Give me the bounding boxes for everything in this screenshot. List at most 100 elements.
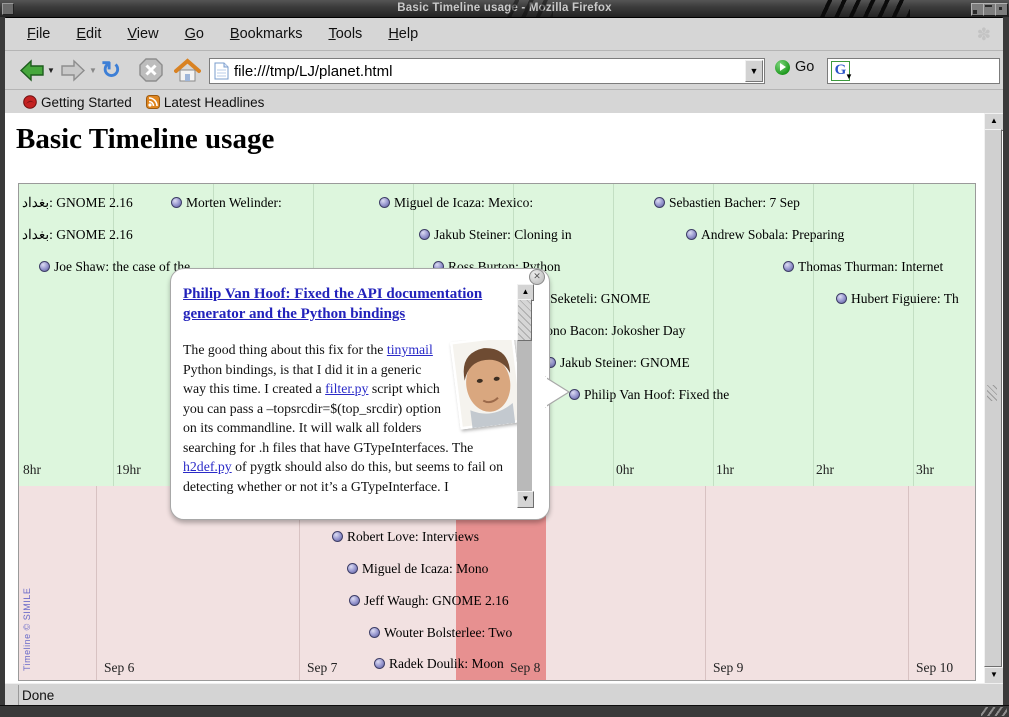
menu-bar: FileEditViewGoBookmarksToolsHelp✽ bbox=[5, 18, 1003, 51]
menu-accel: B bbox=[230, 26, 240, 42]
event-label: Jakub Steiner: GNOME bbox=[560, 355, 690, 371]
status-bar: Done bbox=[5, 683, 1003, 707]
timeline-event[interactable]: Morten Welinder: bbox=[171, 195, 282, 210]
popup-title-link[interactable]: Philip Van Hoof: Fixed the API documenta… bbox=[183, 284, 513, 324]
menu-accel: F bbox=[27, 26, 36, 42]
page-title: Basic Timeline usage bbox=[16, 123, 274, 156]
author-photo bbox=[450, 340, 517, 430]
event-label: Philip Van Hoof: Fixed the bbox=[584, 387, 729, 403]
menu-accel: E bbox=[76, 26, 86, 42]
event-label: Andrew Sobala: Preparing bbox=[701, 227, 844, 243]
timeline-event[interactable]: Thomas Thurman: Internet bbox=[783, 259, 943, 274]
time-scale-label: 19hr bbox=[116, 462, 141, 478]
go-button[interactable]: Go bbox=[775, 59, 814, 75]
menu-view[interactable]: View bbox=[127, 26, 158, 42]
event-dot-icon bbox=[369, 627, 380, 638]
timeline-event[interactable]: بغداد: GNOME 2.16 bbox=[19, 227, 133, 242]
title-bar[interactable]: Basic Timeline usage - Mozilla Firefox bbox=[0, 0, 1009, 18]
timeline-event[interactable]: Hubert Figuiere: Th bbox=[836, 291, 959, 306]
go-icon bbox=[775, 60, 790, 75]
search-engine-dropdown-icon[interactable]: ▼ bbox=[845, 72, 853, 81]
timeline-event[interactable]: Philip Van Hoof: Fixed the bbox=[569, 387, 729, 402]
time-scale-label: 8hr bbox=[23, 462, 41, 478]
titlebar-artifact bbox=[818, 0, 910, 17]
home-icon bbox=[174, 58, 201, 83]
event-dot-icon bbox=[783, 261, 794, 272]
popup-close-icon[interactable]: ✕ bbox=[529, 269, 545, 285]
timeline-event[interactable]: Miguel de Icaza: Mono bbox=[347, 561, 488, 576]
popup-scrollbar-thumb[interactable] bbox=[517, 299, 532, 341]
event-dot-icon bbox=[349, 595, 360, 606]
timeline-gridline bbox=[705, 486, 706, 680]
popup-body-link[interactable]: filter.py bbox=[325, 381, 368, 396]
timeline-event[interactable]: Wouter Bolsterlee: Two bbox=[369, 625, 512, 640]
window-border-bottom bbox=[0, 705, 1009, 717]
popup-scroll-down-icon[interactable]: ▼ bbox=[517, 491, 534, 508]
timeline-event[interactable]: Radek Doulik: Moon bbox=[374, 656, 504, 671]
menu-bookmarks[interactable]: Bookmarks bbox=[230, 26, 303, 42]
event-dot-icon bbox=[374, 658, 385, 669]
search-input[interactable]: G ▼ bbox=[827, 58, 1000, 84]
menu-file[interactable]: File bbox=[27, 26, 50, 42]
popup-body-link[interactable]: h2def.py bbox=[183, 459, 232, 474]
timeline-event[interactable]: Sebastien Bacher: 7 Sep bbox=[654, 195, 800, 210]
event-label: Wouter Bolsterlee: Two bbox=[384, 625, 512, 641]
back-dropdown-icon[interactable]: ▼ bbox=[47, 66, 55, 75]
url-input[interactable]: file:///tmp/LJ/planet.html bbox=[234, 63, 392, 80]
popup-body-link[interactable]: tinymail bbox=[387, 342, 433, 357]
page-scrollbar[interactable]: ▲ ▼ bbox=[984, 113, 1002, 683]
titlebar-artifact bbox=[505, 0, 553, 17]
resize-grip[interactable] bbox=[981, 707, 1007, 716]
menu-tools[interactable]: Tools bbox=[328, 26, 362, 42]
url-bar[interactable]: file:///tmp/LJ/planet.html ▼ bbox=[209, 58, 765, 84]
url-dropdown-button[interactable]: ▼ bbox=[745, 60, 763, 82]
timeline-gridline bbox=[908, 486, 909, 680]
time-scale-label: 0hr bbox=[616, 462, 634, 478]
bookmark-getting-started[interactable]: Getting Started bbox=[23, 95, 132, 110]
timeline-event[interactable]: بغداد: GNOME 2.16 bbox=[19, 195, 133, 210]
event-dot-icon bbox=[171, 197, 182, 208]
menu-accel: G bbox=[185, 26, 196, 42]
timeline-event[interactable]: Miguel de Icaza: Mexico: bbox=[379, 195, 533, 210]
reload-button[interactable]: ↻ bbox=[101, 55, 121, 85]
timeline-event[interactable]: Andrew Sobala: Preparing bbox=[686, 227, 844, 242]
event-dot-icon bbox=[332, 531, 343, 542]
timeline-gridline bbox=[96, 486, 97, 680]
bookmark-label: Latest Headlines bbox=[164, 95, 265, 110]
home-button[interactable] bbox=[174, 55, 201, 85]
firefox-window: { "window": { "title": "Basic Timeline u… bbox=[0, 0, 1009, 717]
popup-scrollbar[interactable]: ▲ ▼ bbox=[517, 284, 532, 506]
menu-accel: H bbox=[388, 26, 398, 42]
event-label: Jakub Steiner: Cloning in bbox=[434, 227, 572, 243]
scrollbar-grip bbox=[987, 385, 997, 401]
forward-icon bbox=[60, 59, 87, 82]
window-border-right bbox=[1002, 17, 1009, 717]
stop-button[interactable] bbox=[138, 55, 164, 85]
reload-icon: ↻ bbox=[101, 56, 121, 85]
shade-button-glyph bbox=[973, 10, 977, 14]
timeline-event[interactable]: Robert Love: Interviews bbox=[332, 529, 479, 544]
bookmark-latest-headlines[interactable]: Latest Headlines bbox=[146, 95, 265, 110]
feed-icon bbox=[146, 95, 160, 109]
event-label: Morten Welinder: bbox=[186, 195, 282, 211]
scroll-down-icon[interactable]: ▼ bbox=[984, 667, 1003, 683]
scrollbar-thumb[interactable] bbox=[984, 129, 1002, 667]
menu-help[interactable]: Help bbox=[388, 26, 418, 42]
go-label: Go bbox=[795, 59, 814, 75]
timeline-event[interactable]: Jakub Steiner: Cloning in bbox=[419, 227, 572, 242]
status-text: Done bbox=[22, 688, 54, 703]
popup-pointer bbox=[545, 376, 571, 408]
time-scale-label: Sep 8 bbox=[510, 660, 540, 676]
event-dot-icon bbox=[379, 197, 390, 208]
forward-button[interactable]: ▼ bbox=[60, 55, 97, 85]
event-label: Jeff Waugh: GNOME 2.16 bbox=[364, 593, 509, 609]
timeline-event[interactable]: Jakub Steiner: GNOME bbox=[545, 355, 690, 370]
timeline-event[interactable]: Joe Shaw: the case of the bbox=[39, 259, 190, 274]
timeline-event[interactable]: Jeff Waugh: GNOME 2.16 bbox=[349, 593, 509, 608]
statusbar-divider bbox=[5, 685, 19, 706]
back-button[interactable]: ▼ bbox=[18, 55, 55, 85]
menu-edit[interactable]: Edit bbox=[76, 26, 101, 42]
forward-dropdown-icon[interactable]: ▼ bbox=[89, 66, 97, 75]
menu-go[interactable]: Go bbox=[185, 26, 204, 42]
close-button[interactable] bbox=[995, 3, 1008, 16]
